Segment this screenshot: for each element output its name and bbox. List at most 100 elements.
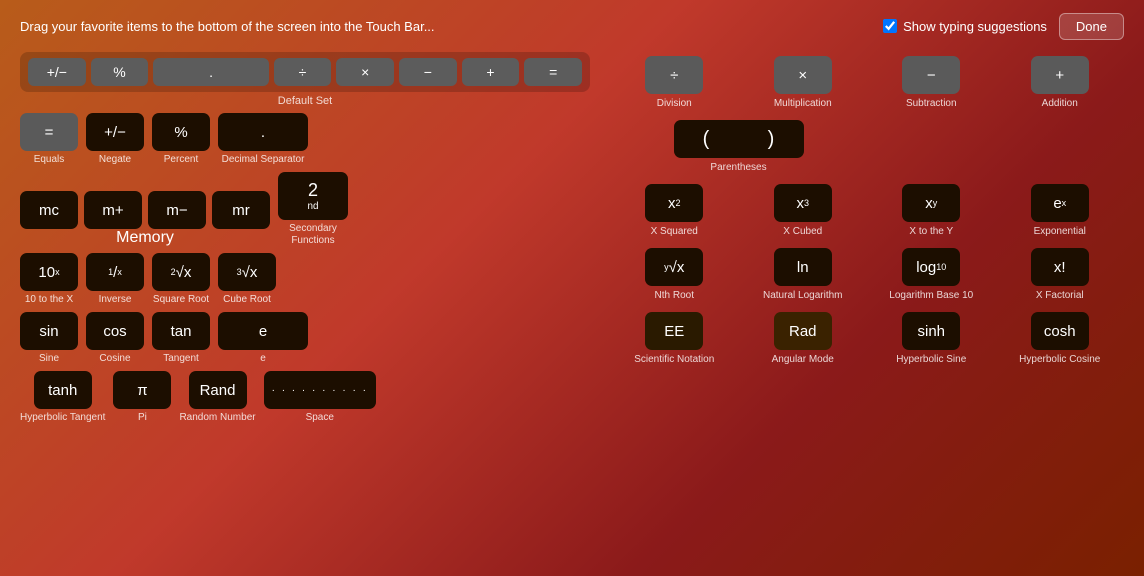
right-panel: ÷ Division × Multiplication − Subtractio…: [610, 52, 1124, 576]
subtraction-item: − Subtraction: [867, 52, 996, 116]
default-set-label: Default Set: [20, 95, 590, 107]
xcubed-item: x3 X Cubed: [739, 180, 868, 244]
inverse-btn[interactable]: 1/x: [86, 253, 144, 291]
ds-divide-btn[interactable]: ÷: [274, 58, 332, 86]
cos-btn[interactable]: cos: [86, 312, 144, 350]
tanh-btn[interactable]: tanh: [34, 371, 92, 409]
xsquared-item: x2 X Squared: [610, 180, 739, 244]
secondary-item: 2nd SecondaryFunctions: [278, 172, 348, 247]
secondary-btn[interactable]: 2nd: [278, 172, 348, 220]
row-extra: tanh Hyperbolic Tangent π Pi Rand Random…: [20, 371, 590, 424]
exponential-label: Exponential: [1034, 225, 1086, 238]
e-btn[interactable]: e: [218, 312, 308, 350]
log10-btn[interactable]: log10: [902, 248, 960, 286]
parentheses-label: Parentheses: [710, 161, 766, 174]
scinotation-btn[interactable]: EE: [645, 312, 703, 350]
open-paren-btn[interactable]: (: [674, 120, 739, 158]
empty-1: [867, 116, 996, 180]
ds-subtract-btn[interactable]: −: [399, 58, 457, 86]
nthroot-item: y√x Nth Root: [610, 244, 739, 308]
cuberoot-btn[interactable]: 3√x: [218, 253, 276, 291]
decimal-item: . Decimal Separator: [218, 113, 308, 166]
default-set-row: +/− % . ÷ × − + =: [20, 52, 590, 92]
factorial-label: X Factorial: [1036, 289, 1084, 302]
nthroot-btn[interactable]: y√x: [645, 248, 703, 286]
ds-decimal-btn[interactable]: .: [153, 58, 268, 86]
done-button[interactable]: Done: [1059, 13, 1124, 40]
sqroot-btn[interactable]: 2√x: [152, 253, 210, 291]
naturallog-btn[interactable]: ln: [774, 248, 832, 286]
ds-multiply-btn[interactable]: ×: [336, 58, 394, 86]
cuberoot-item: 3√x Cube Root: [218, 253, 276, 306]
nthroot-label: Nth Root: [655, 289, 694, 302]
xcubed-label: X Cubed: [783, 225, 822, 238]
space-btn[interactable]: · · · · · · · · · ·: [264, 371, 376, 409]
factorial-btn[interactable]: x!: [1031, 248, 1089, 286]
mminus-btn[interactable]: m−: [148, 191, 206, 229]
inverse-item: 1/x Inverse: [86, 253, 144, 306]
left-panel: +/− % . ÷ × − + = Default Set = Equals: [20, 52, 590, 576]
tenx-label: 10 to the X: [25, 294, 73, 306]
show-typing-checkbox[interactable]: [883, 19, 897, 33]
sinh-btn[interactable]: sinh: [902, 312, 960, 350]
percent-label: Percent: [164, 154, 198, 166]
decimal-btn[interactable]: .: [218, 113, 308, 151]
multiplication-btn[interactable]: ×: [774, 56, 832, 94]
cos-label: Cosine: [99, 353, 130, 365]
mr-btn[interactable]: mr: [212, 191, 270, 229]
xsquared-label: X Squared: [651, 225, 698, 238]
rand-item: Rand Random Number: [179, 371, 255, 424]
show-typing-label[interactable]: Show typing suggestions: [883, 19, 1047, 34]
cosh-item: cosh Hyperbolic Cosine: [996, 308, 1125, 372]
xsquared-btn[interactable]: x2: [645, 184, 703, 222]
ds-add-btn[interactable]: +: [462, 58, 520, 86]
memory-group: mc m+ m− mr Memory: [20, 191, 270, 247]
addition-btn[interactable]: +: [1031, 56, 1089, 94]
ds-percent-btn[interactable]: %: [91, 58, 149, 86]
mplus-btn[interactable]: m+: [84, 191, 142, 229]
close-paren-btn[interactable]: ): [739, 120, 804, 158]
ds-equals-btn[interactable]: =: [524, 58, 582, 86]
equals-item: = Equals: [20, 113, 78, 166]
sin-btn[interactable]: sin: [20, 312, 78, 350]
xcubed-btn[interactable]: x3: [774, 184, 832, 222]
pi-label: Pi: [138, 412, 147, 424]
exponential-item: ex Exponential: [996, 180, 1125, 244]
xtoy-btn[interactable]: xy: [902, 184, 960, 222]
cosh-btn[interactable]: cosh: [1031, 312, 1089, 350]
row-roots: 10x 10 to the X 1/x Inverse 2√x Square R…: [20, 253, 590, 306]
exponential-btn[interactable]: ex: [1031, 184, 1089, 222]
space-label: Space: [306, 412, 334, 424]
angularmode-label: Angular Mode: [772, 353, 834, 366]
ds-negate-btn[interactable]: +/−: [28, 58, 86, 86]
pi-btn[interactable]: π: [113, 371, 171, 409]
percent-btn[interactable]: %: [152, 113, 210, 151]
equals-label: Equals: [34, 154, 65, 166]
xtoy-item: xy X to the Y: [867, 180, 996, 244]
negate-item: +/− Negate: [86, 113, 144, 166]
parentheses-item: ( ) Parentheses: [610, 116, 867, 180]
tan-item: tan Tangent: [152, 312, 210, 365]
inverse-label: Inverse: [99, 294, 132, 306]
rand-label: Random Number: [179, 412, 255, 424]
tenx-btn[interactable]: 10x: [20, 253, 78, 291]
equals-btn[interactable]: =: [20, 113, 78, 151]
xtoy-label: X to the Y: [909, 225, 953, 238]
show-typing-text: Show typing suggestions: [903, 19, 1047, 34]
tenx-item: 10x 10 to the X: [20, 253, 78, 306]
negate-btn[interactable]: +/−: [86, 113, 144, 151]
division-btn[interactable]: ÷: [645, 56, 703, 94]
row-basics: = Equals +/− Negate % Percent . Decimal …: [20, 113, 590, 166]
angularmode-btn[interactable]: Rad: [774, 312, 832, 350]
parentheses-btn[interactable]: ( ): [674, 120, 804, 158]
mc-btn[interactable]: mc: [20, 191, 78, 229]
header-title: Drag your favorite items to the bottom o…: [20, 19, 435, 34]
sqroot-label: Square Root: [153, 294, 209, 306]
tan-btn[interactable]: tan: [152, 312, 210, 350]
factorial-item: x! X Factorial: [996, 244, 1125, 308]
subtraction-btn[interactable]: −: [902, 56, 960, 94]
sin-label: Sine: [39, 353, 59, 365]
rand-btn[interactable]: Rand: [189, 371, 247, 409]
log10-item: log10 Logarithm Base 10: [867, 244, 996, 308]
e-item: e e: [218, 312, 308, 365]
